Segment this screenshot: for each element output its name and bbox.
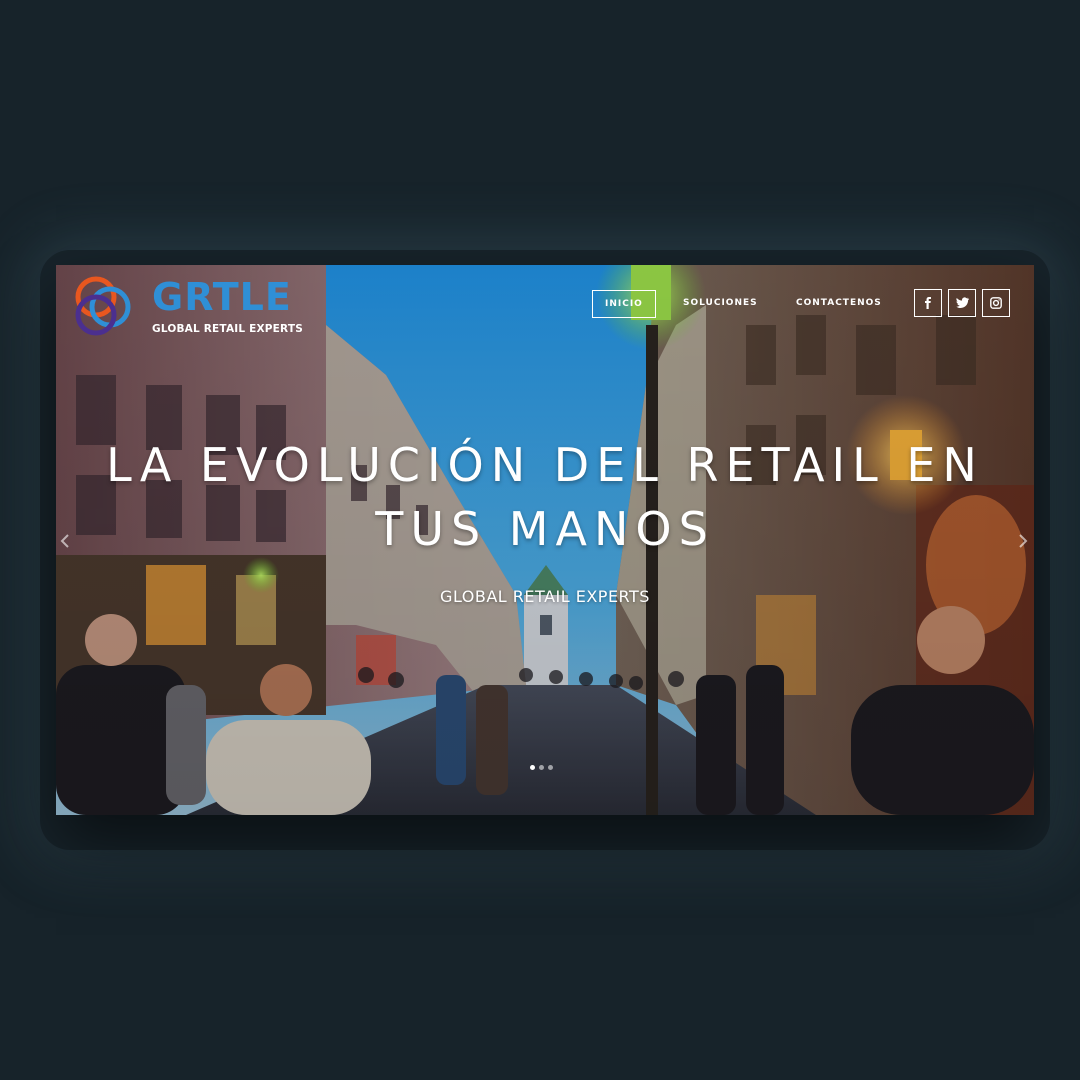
nav-item-contactenos[interactable]: CONTACTENOS [796, 290, 882, 316]
twitter-button[interactable] [948, 289, 976, 317]
facebook-button[interactable] [914, 289, 942, 317]
website-hero: GRTLE GLOBAL RETAIL EXPERTS INICIO SOLUC… [56, 265, 1034, 815]
brand-name: GRTLE [152, 275, 292, 319]
hero-subheadline: GLOBAL RETAIL EXPERTS [440, 587, 650, 606]
slider-dot-3[interactable] [548, 765, 553, 770]
nav-item-inicio[interactable]: INICIO [592, 290, 656, 318]
slider-prev-arrow-icon[interactable] [58, 531, 72, 551]
brand-tagline: GLOBAL RETAIL EXPERTS [152, 323, 303, 335]
hero-headline-line-2: TUS MANOS [375, 502, 715, 556]
twitter-icon [955, 297, 969, 308]
slider-next-arrow-icon[interactable] [1016, 531, 1030, 551]
slider-dot-2[interactable] [539, 765, 544, 770]
instagram-icon [990, 297, 1002, 309]
slider-dot-1[interactable] [530, 765, 535, 770]
instagram-button[interactable] [982, 289, 1010, 317]
slider-dots [530, 765, 553, 770]
brand-logo[interactable]: GRTLE GLOBAL RETAIL EXPERTS [66, 271, 306, 337]
nav-item-soluciones[interactable]: SOLUCIONES [683, 290, 758, 316]
hero-headline-line-1: LA EVOLUCIÓN DEL RETAIL EN [106, 438, 984, 492]
facebook-icon [925, 297, 931, 309]
brand-logo-mark [75, 276, 131, 336]
hero-headline: LA EVOLUCIÓN DEL RETAIL EN TUS MANOS [56, 433, 1034, 561]
